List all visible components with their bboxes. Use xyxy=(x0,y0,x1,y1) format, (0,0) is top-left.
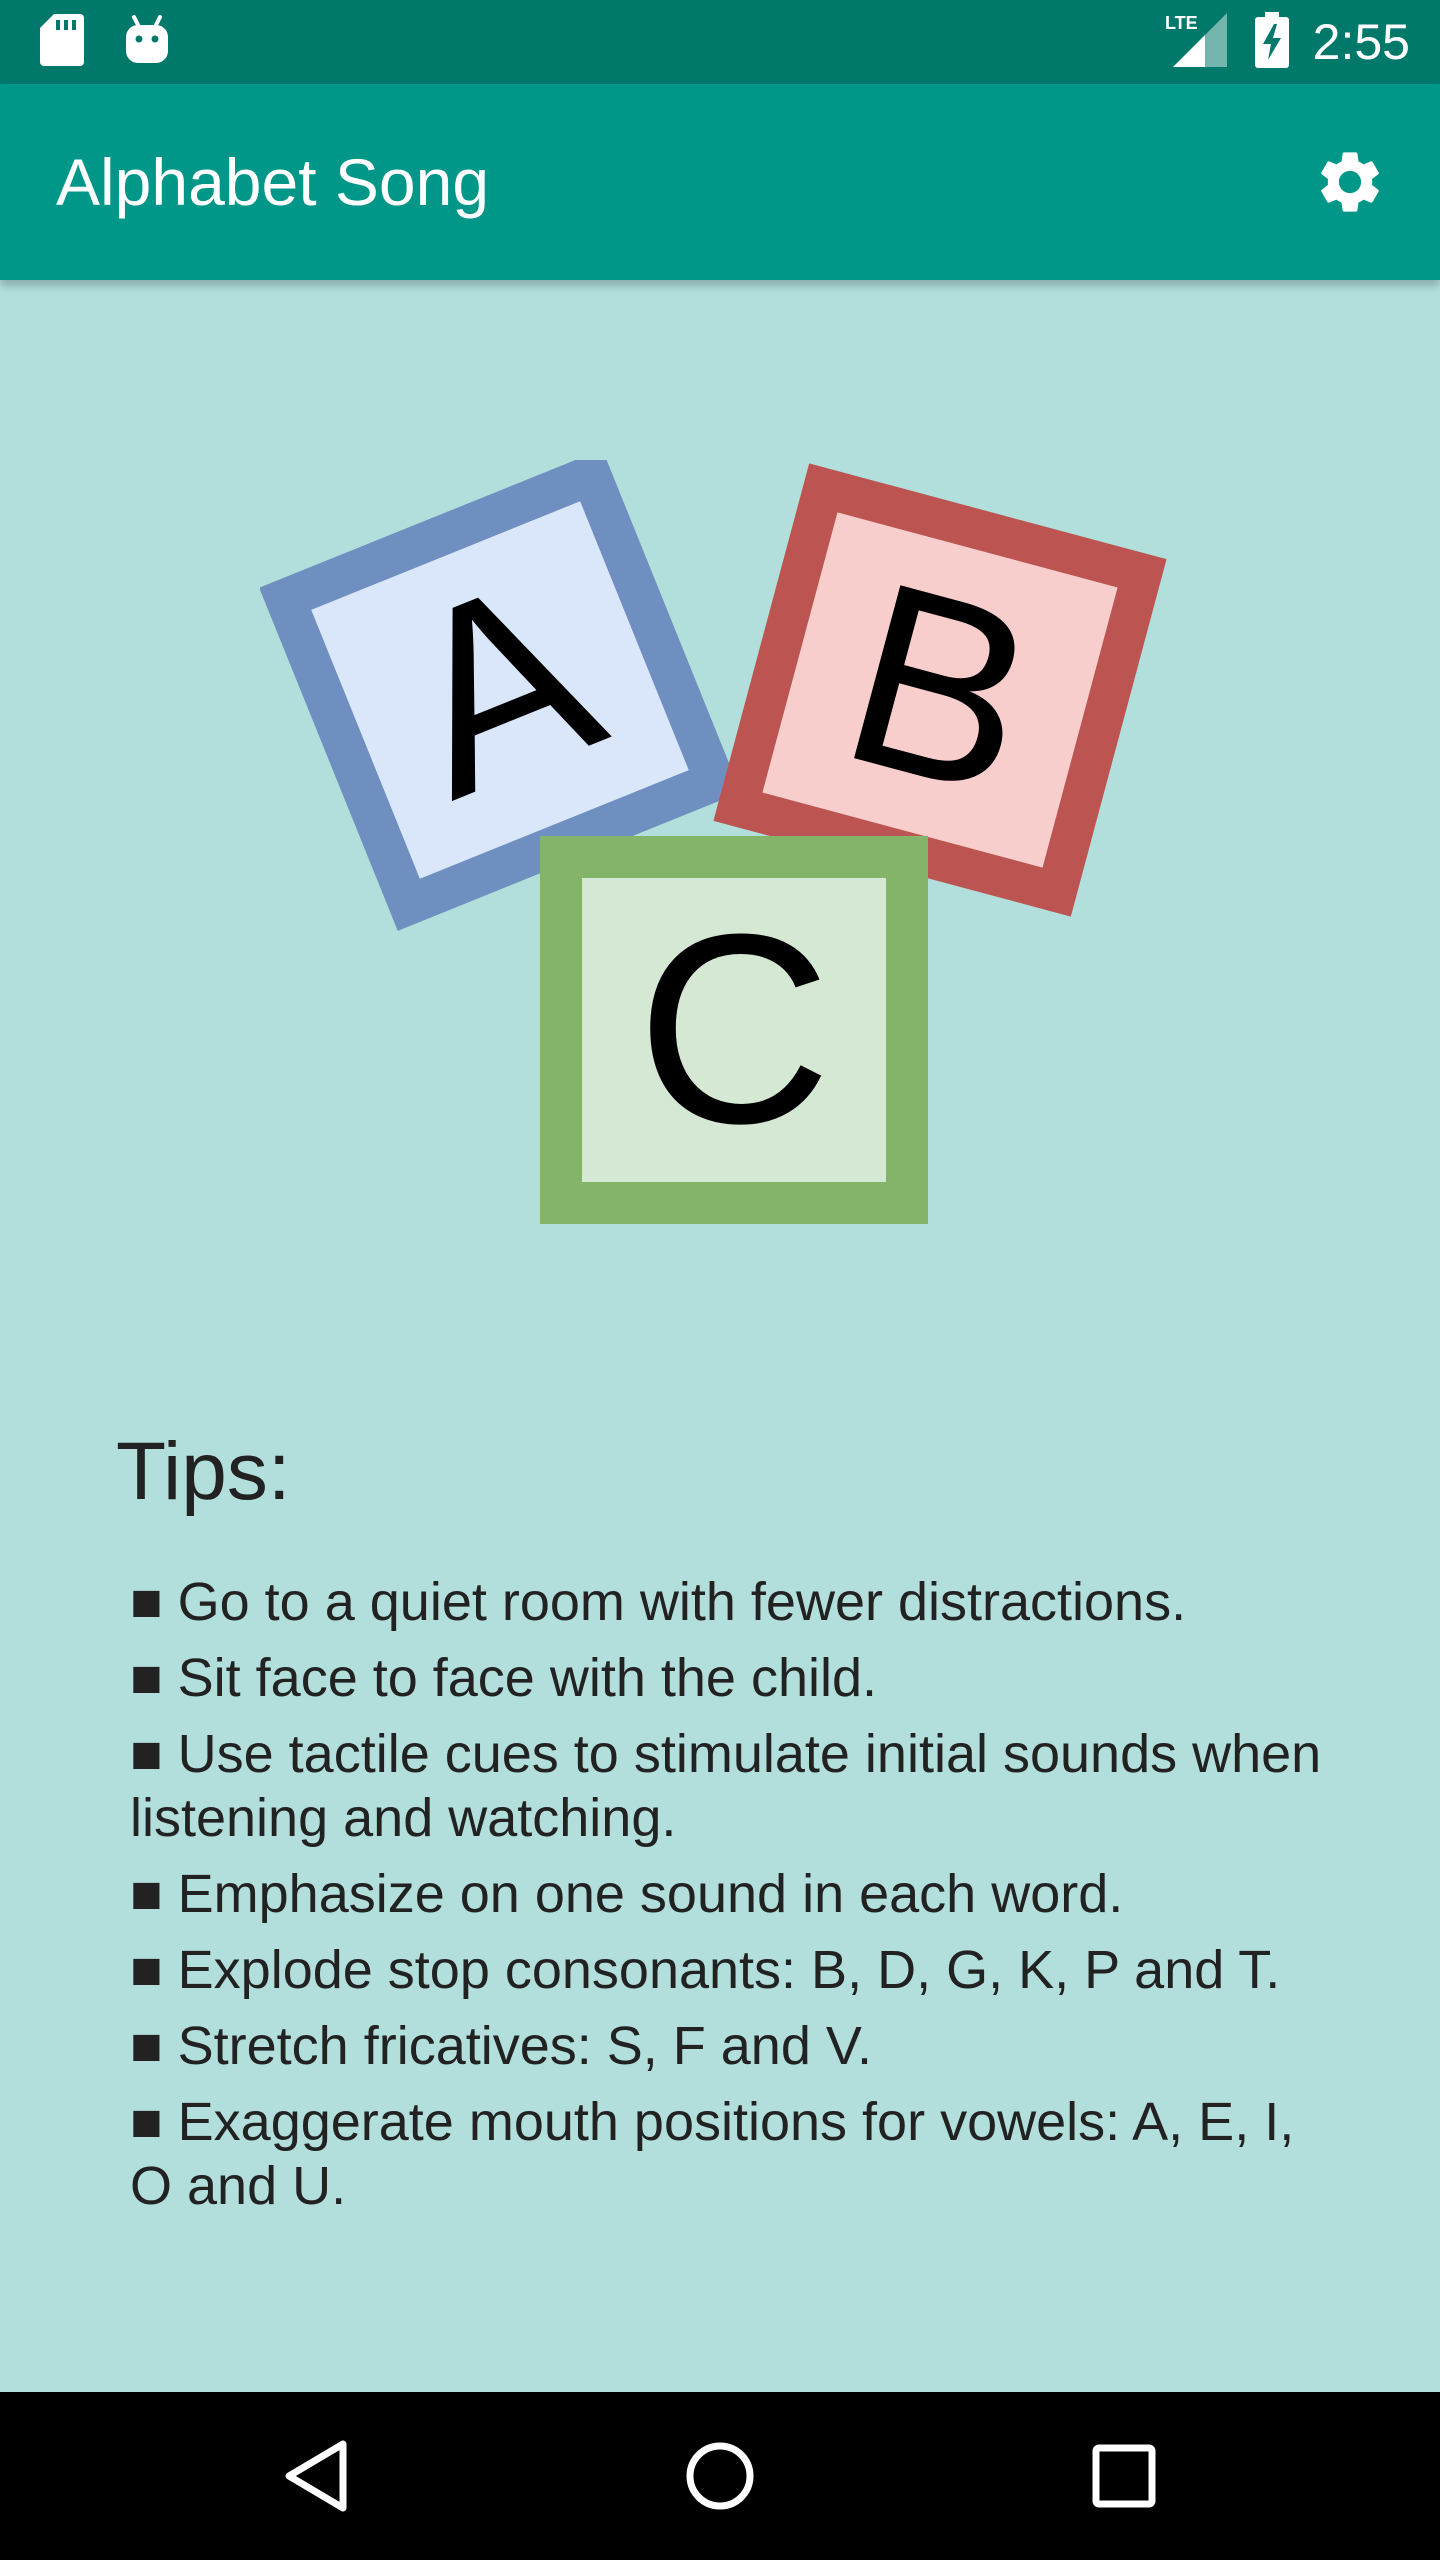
tip-text: Sit face to face with the child. xyxy=(177,1648,878,1708)
app-bar: Alphabet Song xyxy=(0,84,1440,280)
tip-bullet: ■ xyxy=(130,1572,163,1632)
back-icon xyxy=(285,2440,347,2512)
tip-bullet: ■ xyxy=(130,2016,163,2076)
tip-item: ■ Emphasize on one sound in each word. xyxy=(130,1862,1350,1926)
tip-text: Use tactile cues to stimulate initial so… xyxy=(130,1724,1322,1848)
app-title: Alphabet Song xyxy=(56,145,490,219)
tip-bullet: ■ xyxy=(130,1864,163,1924)
tip-bullet: ■ xyxy=(130,1648,163,1708)
tip-bullet: ■ xyxy=(130,1940,163,2000)
recents-button[interactable] xyxy=(1074,2426,1174,2526)
settings-button[interactable] xyxy=(1296,128,1404,236)
sd-card-icon xyxy=(40,14,84,70)
tip-item: ■ Use tactile cues to stimulate initial … xyxy=(130,1722,1350,1850)
tip-text: Exaggerate mouth positions for vowels: A… xyxy=(130,2092,1295,2216)
lte-signal-icon: LTE xyxy=(1165,13,1231,71)
home-icon xyxy=(686,2442,754,2510)
svg-text:LTE: LTE xyxy=(1165,13,1198,33)
battery-charging-icon xyxy=(1254,12,1289,72)
tip-text: Stretch fricatives: S, F and V. xyxy=(177,2016,872,2076)
block-c-letter: C xyxy=(637,879,832,1180)
recents-icon xyxy=(1092,2444,1156,2508)
status-time: 2:55 xyxy=(1312,14,1410,70)
tip-text: Go to a quiet room with fewer distractio… xyxy=(177,1572,1187,1632)
abc-blocks-illustration: A B C xyxy=(259,449,1180,1240)
home-button[interactable] xyxy=(670,2426,770,2526)
status-bar: LTE 2:55 xyxy=(0,0,1440,84)
tip-bullet: ■ xyxy=(130,2092,163,2152)
tip-text: Emphasize on one sound in each word. xyxy=(177,1864,1124,1924)
tip-item: ■ Sit face to face with the child. xyxy=(130,1646,1350,1710)
gear-icon xyxy=(1321,152,1379,212)
status-notifications xyxy=(40,14,170,70)
back-button[interactable] xyxy=(266,2426,366,2526)
tip-item: ■ Stretch fricatives: S, F and V. xyxy=(130,2014,1350,2078)
tip-text: Explode stop consonants: B, D, G, K, P a… xyxy=(177,1940,1281,2000)
tips-title: Tips: xyxy=(116,1426,291,1517)
status-system: LTE 2:55 xyxy=(1165,10,1410,74)
tip-item: ■ Go to a quiet room with fewer distract… xyxy=(130,1570,1350,1634)
tip-bullet: ■ xyxy=(130,1724,163,1784)
tips-list: ■ Go to a quiet room with fewer distract… xyxy=(130,1570,1350,2230)
android-icon xyxy=(124,15,170,69)
navigation-bar xyxy=(0,2392,1440,2560)
block-c: C xyxy=(540,836,928,1224)
tip-item: ■ Exaggerate mouth positions for vowels:… xyxy=(130,2090,1350,2218)
tip-item: ■ Explode stop consonants: B, D, G, K, P… xyxy=(130,1938,1350,2002)
